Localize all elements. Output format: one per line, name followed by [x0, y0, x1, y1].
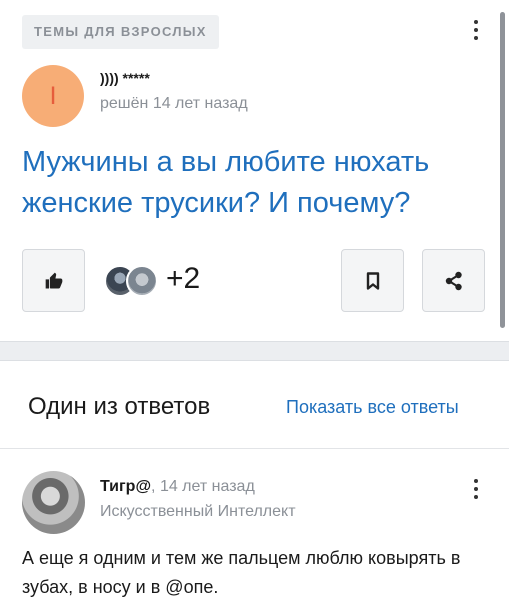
voters-avatars[interactable] — [104, 265, 158, 297]
avatar[interactable] — [22, 471, 85, 534]
answer-author-rank: Искусственный Интеллект — [100, 503, 296, 520]
thumbs-up-icon — [45, 272, 62, 288]
category-tag[interactable]: ТЕМЫ ДЛЯ ВЗРОСЛЫХ — [22, 15, 219, 49]
divider — [0, 448, 509, 449]
answer-author-name[interactable]: Тигр@ — [100, 478, 151, 495]
share-button[interactable] — [422, 249, 485, 312]
bookmark-icon — [366, 271, 379, 290]
extra-voters-count[interactable]: +2 — [166, 262, 200, 296]
show-all-answers-link[interactable]: Показать все ответы — [286, 397, 459, 418]
bookmark-button[interactable] — [341, 249, 404, 312]
more-vertical-icon[interactable] — [473, 479, 479, 499]
question-status: решён 14 лет назад — [100, 95, 248, 112]
question-card: ТЕМЫ ДЛЯ ВЗРОСЛЫХ I )))) ***** решён 14 … — [0, 0, 509, 342]
share-icon — [445, 271, 462, 290]
answers-header: Один из ответов — [28, 393, 211, 420]
answer-time: , 14 лет назад — [151, 478, 255, 495]
answer-text: А еще я одним и тем же пальцем люблю ков… — [22, 548, 461, 597]
like-button[interactable] — [22, 249, 85, 312]
question-title[interactable]: Мужчины а вы любите нюхать женские труси… — [22, 142, 492, 224]
scrollbar[interactable] — [500, 12, 505, 328]
author-name[interactable]: )))) ***** — [100, 70, 150, 86]
answers-card: Один из ответов Показать все ответы Тигр… — [0, 360, 509, 604]
more-vertical-icon[interactable] — [473, 20, 479, 40]
avatar — [126, 265, 158, 297]
avatar[interactable]: I — [22, 65, 84, 127]
answer-author-line: Тигр@, 14 лет назад — [100, 478, 255, 496]
